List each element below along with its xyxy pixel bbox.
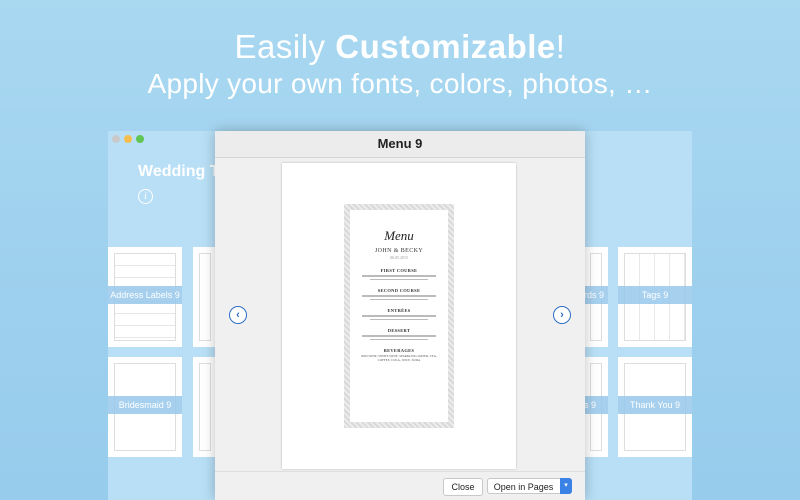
template-preview	[199, 253, 211, 341]
menu-section-heading: BEVERAGES	[383, 348, 415, 353]
close-button[interactable]: Close	[443, 478, 483, 496]
menu-text-line	[362, 315, 436, 317]
menu-section-heading: SECOND COURSE	[377, 288, 421, 293]
menu-date: 06.05.2015	[390, 255, 408, 260]
template-label: Thank You 9	[618, 396, 692, 414]
template-thumb-tags[interactable]: Tags 9	[618, 247, 692, 347]
hero-title-end: !	[555, 28, 566, 65]
template-thumb-address-labels[interactable]: Address Labels 9	[108, 247, 182, 347]
zoom-window-button[interactable]	[136, 135, 144, 143]
dialog-title: Menu 9	[215, 131, 585, 158]
hero-title: Easily Customizable!	[0, 28, 800, 66]
dialog-button-bar: Close Open in Pages ▾	[215, 471, 585, 500]
menu-section-heading: DESSERT	[387, 328, 411, 333]
menu-card: Menu JOHN & BECKY 06.05.2015 FIRST COURS…	[344, 204, 454, 428]
template-thumb-partial[interactable]: s 9	[584, 357, 608, 457]
template-preview	[199, 363, 211, 451]
hero-title-bold: Customizable	[335, 28, 556, 65]
menu-text-line	[370, 278, 428, 280]
menu-text-line	[362, 335, 436, 337]
preview-dialog: Menu 9 Menu JOHN & BECKY 06.05.2015 FIRS…	[215, 131, 585, 500]
hero-title-plain: Easily	[234, 28, 336, 65]
menu-section-heading: FIRST COURSE	[380, 268, 418, 273]
menu-text-line	[370, 338, 428, 340]
minimize-window-button[interactable]	[124, 135, 132, 143]
menu-heading: Menu	[384, 228, 414, 243]
menu-section-heading: ENTRÉES	[387, 308, 411, 313]
menu-text-line	[362, 275, 436, 277]
menu-beverages-text: RED WINE, WHITE WINE, SPARKLING WATER, T…	[361, 354, 437, 362]
template-label: Address Labels 9	[108, 286, 182, 304]
menu-text-line	[370, 298, 428, 300]
menu-names: JOHN & BECKY	[374, 248, 424, 254]
template-label: s 9	[584, 396, 608, 414]
document-page: Menu JOHN & BECKY 06.05.2015 FIRST COURS…	[282, 163, 516, 469]
open-in-pages-button[interactable]: Open in Pages ▾	[487, 478, 572, 494]
menu-text-line	[370, 318, 428, 320]
template-thumb-partial[interactable]	[193, 357, 217, 457]
close-window-button[interactable]	[112, 135, 120, 143]
dropdown-chevron-icon[interactable]: ▾	[560, 478, 572, 494]
category-title: Wedding T	[138, 163, 220, 180]
template-thumb-bridesmaid[interactable]: Bridesmaid 9	[108, 357, 182, 457]
info-icon[interactable]: i	[138, 189, 153, 204]
template-thumb-partial[interactable]	[193, 247, 217, 347]
previous-arrow-icon[interactable]: ‹	[229, 306, 247, 324]
template-label: Tags 9	[618, 286, 692, 304]
template-thumb-cards[interactable]: rds 9	[584, 247, 608, 347]
open-in-pages-label: Open in Pages	[493, 482, 554, 492]
template-label: Bridesmaid 9	[108, 396, 182, 414]
menu-text-line	[362, 295, 436, 297]
template-thumb-thank-you[interactable]: Thank You 9	[618, 357, 692, 457]
next-arrow-icon[interactable]: ›	[553, 306, 571, 324]
template-label: rds 9	[584, 286, 608, 304]
menu-card-content: Menu JOHN & BECKY 06.05.2015 FIRST COURS…	[350, 210, 448, 422]
hero-subtitle: Apply your own fonts, colors, photos, …	[147, 68, 653, 99]
